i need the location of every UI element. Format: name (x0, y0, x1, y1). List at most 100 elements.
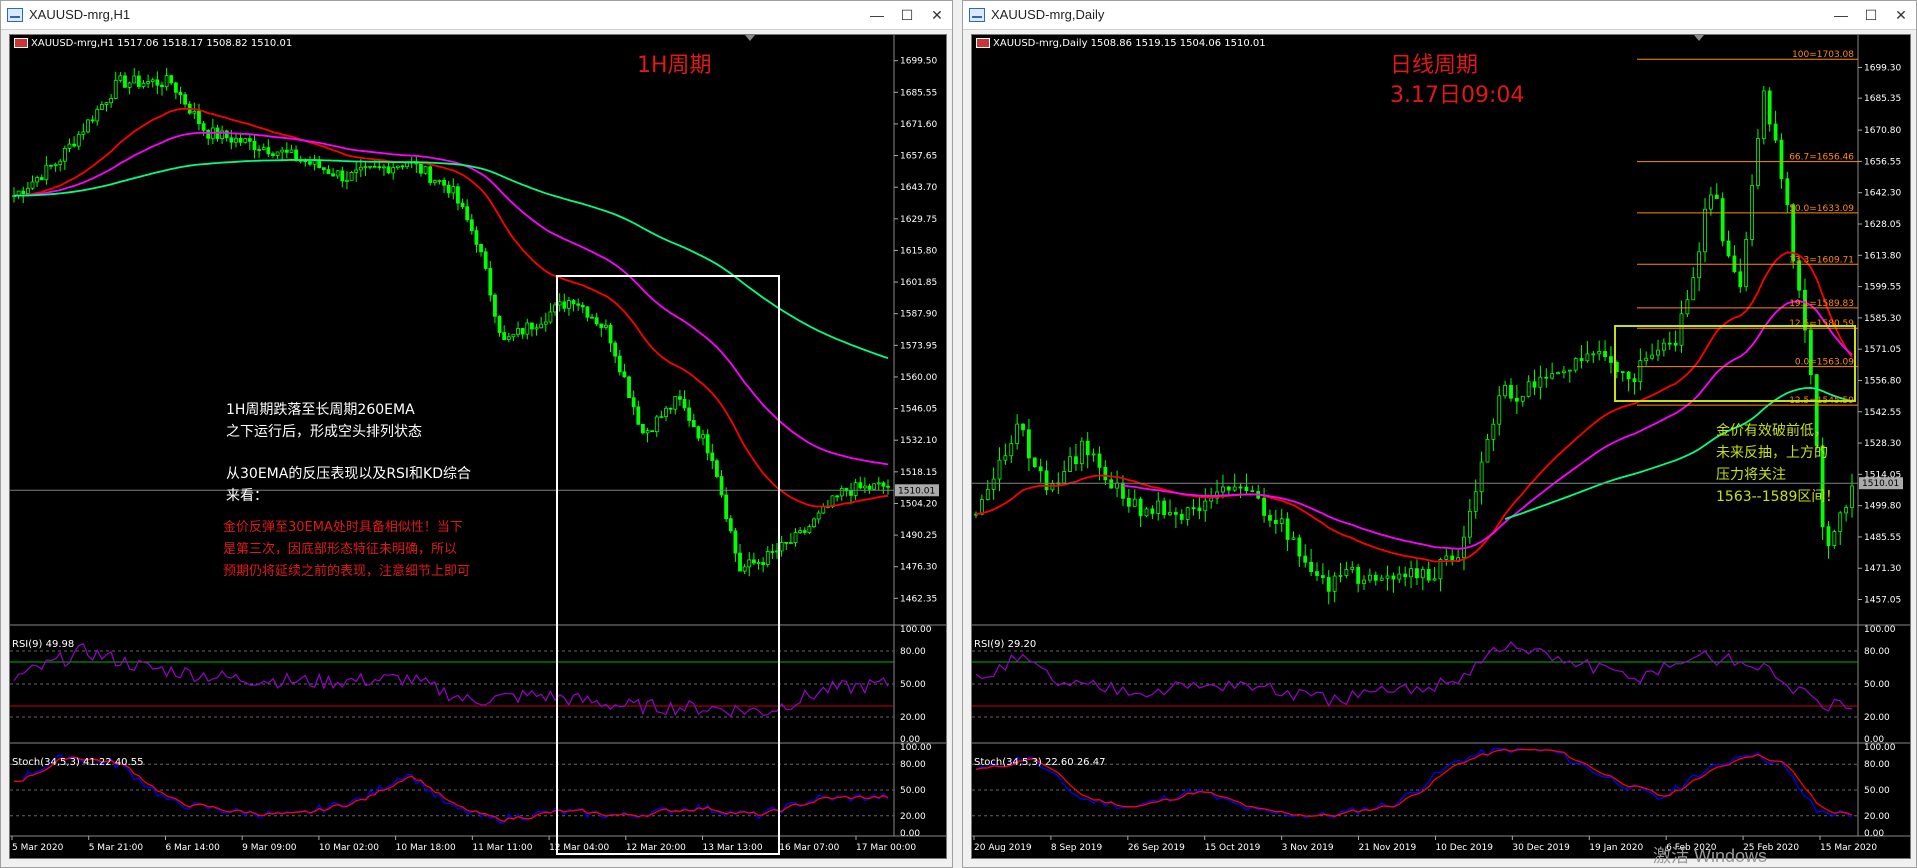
candle-body (53, 163, 58, 166)
note-line-3: 压力将关注 (1716, 467, 1786, 483)
minimize-button[interactable]: — (1826, 3, 1856, 27)
candle-body (437, 180, 442, 182)
candle-body (821, 506, 826, 514)
candle-body (109, 98, 114, 104)
candle-body (1656, 349, 1660, 356)
time-label: 5 Mar 21:00 (89, 843, 144, 853)
candle-body (1297, 537, 1302, 557)
candle-body (867, 485, 872, 490)
price-tick-label: 1490.25 (900, 531, 937, 541)
candle-body (793, 532, 798, 543)
maximize-button[interactable]: ☐ (1856, 3, 1886, 27)
candle-body (1032, 457, 1037, 468)
close-button[interactable]: ✕ (1886, 3, 1916, 27)
candle-body (1573, 358, 1578, 371)
candle-body (1826, 526, 1831, 547)
candle-body (1685, 299, 1690, 315)
candle-body (127, 82, 132, 88)
current-price-label: 1510.01 (1862, 479, 1899, 489)
chart-area[interactable]: 1699.50 1685.55 1671.60 1657.65 1643.70 1629.… (9, 34, 947, 859)
candle-body (1620, 371, 1625, 373)
maximize-button[interactable]: ☐ (892, 3, 922, 27)
candle-body (1703, 208, 1707, 253)
candle-body (1808, 329, 1813, 376)
candle-body (664, 407, 668, 418)
period-title: 1H周期 (637, 53, 712, 78)
title-bar[interactable]: XAUUSD-mrg,Daily — ☐ ✕ (963, 1, 1916, 30)
chart-area[interactable]: 1699.30 1685.35 1670.80 1656.55 1642.30 1628.… (971, 34, 1911, 859)
candle-body (1426, 569, 1431, 581)
candle-body (1009, 443, 1014, 457)
candle-body (511, 333, 516, 338)
candle-body (1162, 500, 1167, 516)
price-tick-label: 1573.95 (900, 341, 937, 351)
stoch-label: Stoch(34,5,3) 22.60 26.47 (974, 757, 1106, 768)
candle-body (289, 149, 294, 153)
candle-body (576, 303, 581, 306)
annotation-line-4: 来看： (226, 488, 268, 504)
stoch-tick-label: 80.00 (900, 760, 926, 770)
candle-body (571, 300, 576, 305)
candle-body (1514, 397, 1519, 402)
candle-body (1691, 277, 1696, 301)
candle-body (705, 434, 710, 454)
candle-body (206, 129, 211, 139)
fib-level-label: 100=1703.08 (1792, 50, 1854, 60)
annotation-red-1: 金价反弹至30EMA处时具备相似性！当下 (223, 520, 463, 535)
candle-body (1585, 353, 1590, 362)
candle-body (123, 75, 127, 88)
candle-body (358, 166, 363, 171)
candle-body (465, 206, 470, 221)
candle-body (701, 434, 705, 439)
candle-body (1079, 440, 1084, 465)
candle-body (1273, 519, 1278, 524)
h1-chart-canvas[interactable]: 1699.50 1685.55 1671.60 1657.65 1643.70 1629.… (10, 35, 946, 858)
candle-body (788, 542, 793, 544)
candle-body (35, 177, 40, 183)
candle-body (728, 518, 733, 532)
time-label: 12 Mar 20:00 (626, 843, 686, 853)
candle-body (979, 499, 984, 515)
candle-body (1356, 566, 1361, 584)
candle-body (886, 485, 890, 488)
candle-body (812, 518, 816, 527)
rsi-tick-label: 50.00 (900, 680, 926, 690)
candle-body (1232, 486, 1237, 491)
candle-body (1503, 384, 1508, 397)
price-tick-label: 1556.80 (1864, 376, 1901, 386)
chart-window-daily[interactable]: XAUUSD-mrg,Daily — ☐ ✕ 1699.30 1685.35 167… (962, 0, 1917, 868)
candle-body (197, 110, 201, 125)
note-line-1: 金价有效破前低， (1716, 423, 1828, 439)
candle-body (1679, 313, 1684, 346)
candle-body (308, 161, 312, 165)
close-button[interactable]: ✕ (922, 3, 952, 27)
candle-body (779, 542, 784, 552)
candle-body (641, 423, 645, 434)
chart-window-h1[interactable]: XAUUSD-mrg,H1 — ☐ ✕ 1699.50 1685.55 1671.6… (0, 0, 953, 868)
period-title: 日线周期 (1390, 53, 1479, 78)
stoch-main-line (13, 753, 889, 825)
activation-watermark: 激活 Windows (1652, 846, 1767, 866)
price-tick-label: 1587.90 (900, 310, 937, 320)
annotation-red-3: 预期仍将延续之前的表现，注意细节上即可 (223, 564, 471, 579)
rsi-tick-label: 80.00 (900, 647, 926, 657)
fib-level-label: 66.7=1656.46 (1789, 153, 1854, 163)
candle-body (1832, 531, 1837, 547)
candle-body (30, 181, 35, 189)
candle-body (1744, 239, 1749, 288)
candle-body (113, 79, 118, 99)
price-tick-label: 1457.05 (1864, 596, 1901, 606)
title-bar[interactable]: XAUUSD-mrg,H1 — ☐ ✕ (1, 1, 952, 30)
candle-body (714, 460, 719, 477)
candle-body (654, 416, 659, 433)
minimize-button[interactable]: — (862, 3, 892, 27)
candle-body (1415, 568, 1419, 579)
candle-body (192, 110, 197, 114)
candle-body (997, 459, 1002, 480)
candle-body (1262, 497, 1266, 516)
candle-body (335, 170, 340, 177)
stoch-tick-label: 100.00 (1864, 743, 1896, 753)
time-label: 13 Mar 13:00 (703, 843, 763, 853)
candle-body (238, 137, 243, 143)
candle-body (1303, 555, 1308, 563)
